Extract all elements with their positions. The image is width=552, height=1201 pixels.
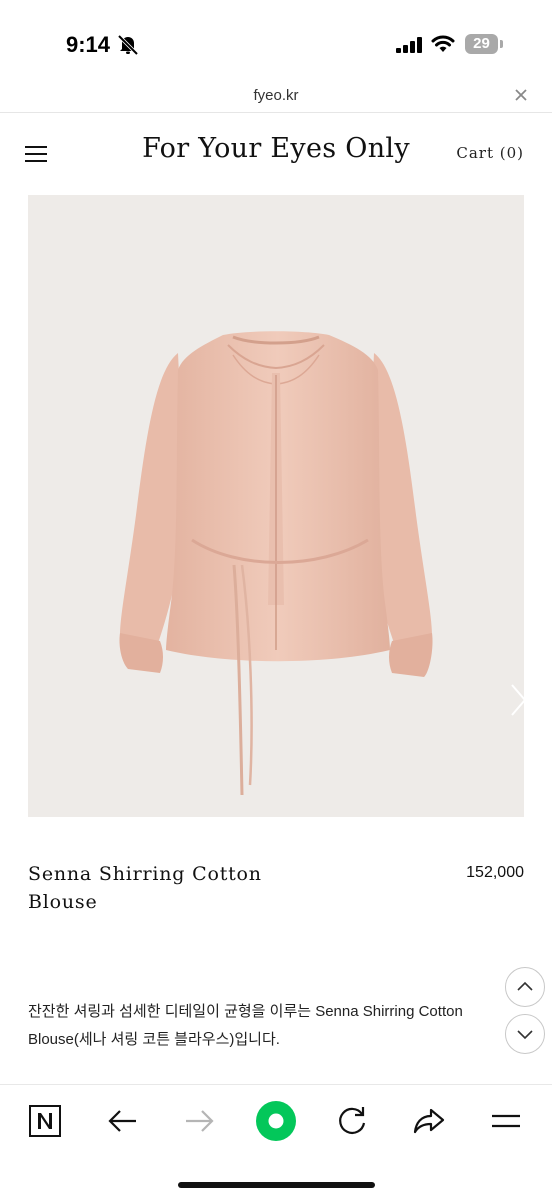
site-logo[interactable]: For Your Eyes Only	[110, 133, 442, 164]
url-bar: fyeo.kr	[0, 84, 552, 113]
green-action-button[interactable]	[254, 1099, 298, 1143]
chevron-right-icon[interactable]	[506, 682, 524, 718]
arrow-left-icon	[108, 1110, 136, 1132]
product-image[interactable]	[28, 195, 524, 817]
url-text[interactable]: fyeo.kr	[0, 87, 552, 104]
naver-home-button[interactable]	[23, 1099, 67, 1143]
naver-n-icon	[29, 1105, 61, 1137]
blouse-illustration	[119, 331, 433, 796]
green-circle-icon	[256, 1101, 296, 1141]
arrow-right-icon	[186, 1110, 214, 1132]
reload-button[interactable]	[330, 1099, 374, 1143]
chevron-up-icon	[517, 981, 533, 991]
more-menu-button[interactable]	[484, 1099, 528, 1143]
battery-icon: 29	[465, 34, 503, 56]
back-button[interactable]	[101, 1099, 145, 1143]
reload-icon	[339, 1107, 366, 1134]
product-name: Senna Shirring Cotton Blouse	[28, 863, 262, 913]
product-description: 잔잔한 셔링과 섬세한 디테일이 균형을 이루는 Senna Shirring …	[28, 1003, 463, 1048]
bell-muted-icon	[117, 35, 139, 55]
wifi-icon	[431, 35, 455, 52]
scroll-up-button[interactable]	[505, 967, 545, 1007]
menu-icon[interactable]	[25, 146, 49, 164]
status-bar: 9:14 29	[0, 0, 552, 84]
close-icon[interactable]	[514, 88, 528, 102]
status-time: 9:14	[66, 32, 111, 57]
share-button[interactable]	[407, 1099, 451, 1143]
browser-toolbar	[0, 1084, 552, 1201]
share-icon	[413, 1108, 445, 1134]
menu-lines-icon	[492, 1114, 520, 1128]
site-header: For Your Eyes Only Cart (0)	[0, 113, 552, 193]
scroll-down-button[interactable]	[505, 1014, 545, 1054]
home-indicator	[178, 1182, 375, 1188]
product-price: 152,000	[466, 864, 524, 881]
cart-link[interactable]: Cart (0)	[456, 144, 524, 162]
chevron-down-icon	[517, 1030, 533, 1040]
battery-level: 29	[473, 35, 490, 52]
forward-button[interactable]	[177, 1099, 221, 1143]
signal-icon	[396, 37, 422, 53]
